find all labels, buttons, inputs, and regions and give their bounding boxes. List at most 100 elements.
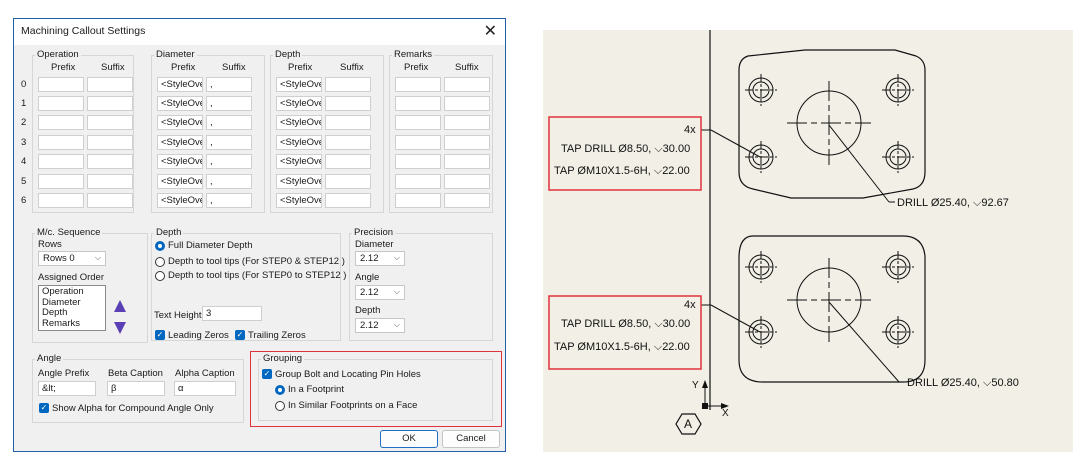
- remarks-suffix-input[interactable]: [444, 96, 490, 111]
- axis-x-label: X: [722, 408, 729, 419]
- precision-angle-dropdown[interactable]: 2.12 ⌵: [355, 285, 405, 300]
- close-icon[interactable]: ✕: [484, 21, 497, 41]
- step0-to-12-label: Depth to tool tips (For STEP0 to STEP12 …: [168, 270, 347, 281]
- angle-prefix-label: Angle Prefix: [38, 368, 90, 379]
- step12-radio[interactable]: [155, 257, 165, 267]
- depth-prefix-input[interactable]: <StyleOver: [276, 135, 322, 150]
- remarks-suffix-input[interactable]: [444, 77, 490, 92]
- operation-prefix-input[interactable]: [38, 174, 84, 189]
- diameter-prefix-input[interactable]: <StyleOver: [157, 154, 203, 169]
- show-alpha-checkbox[interactable]: ✓: [39, 403, 49, 413]
- operation-prefix-input[interactable]: [38, 193, 84, 208]
- alpha-caption-label: Alpha Caption: [175, 368, 235, 379]
- depth-prefix-input[interactable]: <StyleOver: [276, 115, 322, 130]
- operation-suffix-input[interactable]: [87, 96, 133, 111]
- operation-suffix-input[interactable]: [87, 115, 133, 130]
- full-diameter-radio[interactable]: [155, 241, 165, 251]
- diameter-title: Diameter: [154, 49, 197, 60]
- diameter-suffix-input[interactable]: ,: [206, 96, 252, 111]
- remarks-suffix-input[interactable]: [444, 193, 490, 208]
- operation-prefix-input[interactable]: [38, 154, 84, 169]
- depth-suffix-input[interactable]: [325, 135, 371, 150]
- depth-prefix-input[interactable]: <StyleOver: [276, 77, 322, 92]
- diameter-suffix-input[interactable]: ,: [206, 77, 252, 92]
- list-item[interactable]: Depth: [42, 307, 102, 319]
- operation-suffix-input[interactable]: [87, 154, 133, 169]
- depth-suffix-input[interactable]: [325, 77, 371, 92]
- remarks-prefix-input[interactable]: [395, 174, 441, 189]
- angle-prefix-input[interactable]: &lt;: [38, 381, 96, 396]
- remarks-suffix-input[interactable]: [444, 135, 490, 150]
- row-index-label: 3: [21, 137, 27, 148]
- diameter-prefix-input[interactable]: <StyleOver: [157, 193, 203, 208]
- remarks-prefix-input[interactable]: [395, 193, 441, 208]
- diameter-prefix-input[interactable]: <StyleOver: [157, 115, 203, 130]
- chevron-down-icon: ⌵: [393, 287, 400, 296]
- chevron-down-icon: ⌵: [393, 320, 400, 329]
- operation-suffix-input[interactable]: [87, 77, 133, 92]
- depth-prefix-label: Prefix: [288, 62, 313, 73]
- remarks-title: Remarks: [392, 49, 435, 60]
- diameter-suffix-input[interactable]: ,: [206, 154, 252, 169]
- diameter-prefix-input[interactable]: <StyleOver: [157, 96, 203, 111]
- operation-prefix-input[interactable]: [38, 115, 84, 130]
- text-height-input[interactable]: 3: [202, 306, 262, 321]
- move-up-icon[interactable]: [113, 299, 127, 313]
- beta-caption-input[interactable]: β: [107, 381, 165, 396]
- operation-prefix-input[interactable]: [38, 135, 84, 150]
- precision-diameter-dropdown[interactable]: 2.12 ⌵: [355, 251, 405, 266]
- operation-prefix-input[interactable]: [38, 96, 84, 111]
- diameter-suffix-input[interactable]: ,: [206, 193, 252, 208]
- operation-suffix-input[interactable]: [87, 135, 133, 150]
- diameter-suffix-input[interactable]: ,: [206, 115, 252, 130]
- depth-suffix-input[interactable]: [325, 96, 371, 111]
- diameter-suffix-input[interactable]: ,: [206, 135, 252, 150]
- move-down-icon[interactable]: [113, 321, 127, 335]
- cancel-button[interactable]: Cancel: [442, 430, 500, 448]
- top-tap-drill-label: TAP DRILL Ø8.50, ⌵30.00: [561, 143, 691, 155]
- list-item[interactable]: Operation: [42, 286, 102, 298]
- operation-suffix-input[interactable]: [87, 174, 133, 189]
- remarks-suffix-input[interactable]: [444, 115, 490, 130]
- precision-diameter-label: Diameter: [355, 239, 394, 250]
- list-item[interactable]: Remarks: [42, 318, 102, 330]
- leading-zeros-label: Leading Zeros: [168, 330, 229, 341]
- remarks-suffix-input[interactable]: [444, 174, 490, 189]
- remarks-prefix-input[interactable]: [395, 135, 441, 150]
- remarks-prefix-input[interactable]: [395, 154, 441, 169]
- row-index-label: 6: [21, 195, 27, 206]
- diameter-prefix-input[interactable]: <StyleOver: [157, 135, 203, 150]
- depth-suffix-input[interactable]: [325, 193, 371, 208]
- depth-prefix-input[interactable]: <StyleOver: [276, 96, 322, 111]
- operation-prefix-input[interactable]: [38, 77, 84, 92]
- step0-to-12-radio[interactable]: [155, 271, 165, 281]
- depth-prefix-input[interactable]: <StyleOver: [276, 174, 322, 189]
- remarks-prefix-input[interactable]: [395, 115, 441, 130]
- depth-suffix-input[interactable]: [325, 115, 371, 130]
- depth-prefix-input[interactable]: <StyleOver: [276, 154, 322, 169]
- depth-suffix-input[interactable]: [325, 154, 371, 169]
- diameter-prefix-input[interactable]: <StyleOver: [157, 174, 203, 189]
- machining-callout-dialog: Machining Callout Settings ✕ Operation P…: [13, 18, 506, 452]
- remarks-suffix-input[interactable]: [444, 154, 490, 169]
- precision-title: Precision: [352, 227, 396, 238]
- grouping-highlight: [250, 351, 502, 427]
- precision-depth-dropdown[interactable]: 2.12 ⌵: [355, 318, 405, 333]
- depth-suffix-input[interactable]: [325, 174, 371, 189]
- assigned-order-list[interactable]: Operation Diameter Depth Remarks: [38, 285, 106, 331]
- leading-zeros-checkbox[interactable]: ✓: [155, 330, 165, 340]
- diameter-suffix-input[interactable]: ,: [206, 174, 252, 189]
- depth-suffix-label: Suffix: [340, 62, 364, 73]
- bottom-callout-highlight: [548, 295, 702, 370]
- remarks-prefix-input[interactable]: [395, 96, 441, 111]
- operation-suffix-input[interactable]: [87, 193, 133, 208]
- trailing-zeros-checkbox[interactable]: ✓: [235, 330, 245, 340]
- ok-button[interactable]: OK: [380, 430, 438, 448]
- rows-dropdown[interactable]: Rows 0 ⌵: [38, 251, 106, 266]
- diameter-prefix-input[interactable]: <StyleOver: [157, 77, 203, 92]
- datum-label: A: [684, 417, 693, 431]
- depth-prefix-input[interactable]: <StyleOver: [276, 193, 322, 208]
- mc-sequence-title: M/c. Sequence: [35, 227, 103, 238]
- alpha-caption-input[interactable]: α: [174, 381, 236, 396]
- remarks-prefix-input[interactable]: [395, 77, 441, 92]
